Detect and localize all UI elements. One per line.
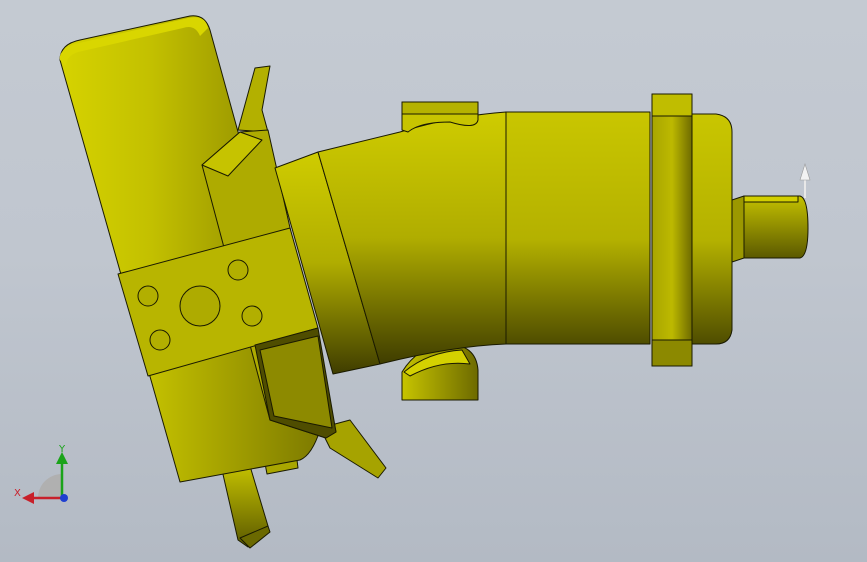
graphics-viewport[interactable]: Y X [0,0,867,562]
mounting-flange[interactable] [651,93,693,367]
plate-hole [149,329,171,351]
triad-x-label: X [14,488,21,499]
bottom-pin[interactable] [221,465,271,549]
plate-center-bore [179,285,221,327]
rear-cap[interactable] [691,113,733,345]
main-housing[interactable] [505,111,651,345]
plate-hole [241,305,263,327]
triad-z-axis [60,494,68,502]
arrow-up-icon [799,162,811,198]
triad-quadrant [38,474,62,498]
output-shaft[interactable] [731,195,809,263]
plate-hole [137,285,159,307]
triad-y-label: Y [58,444,66,455]
plate-hole [227,259,249,281]
upper-bracket[interactable] [237,65,271,133]
orientation-triad: Y X [14,444,68,504]
hydraulic-motor-model[interactable] [0,0,867,562]
